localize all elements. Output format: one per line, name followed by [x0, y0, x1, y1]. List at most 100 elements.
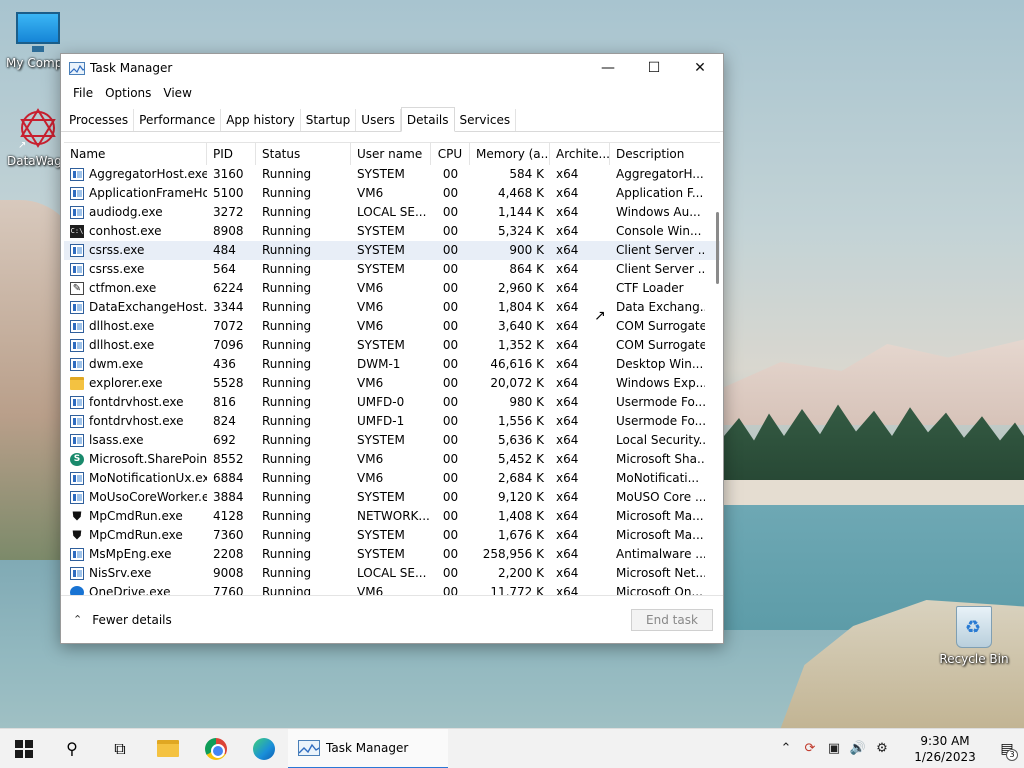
process-status: Running	[262, 471, 312, 485]
menu-file[interactable]: File	[67, 82, 99, 104]
process-cpu: 00	[442, 490, 459, 504]
table-row[interactable]: explorer.exe 5528 Running VM6 00 20,072 K x64 W…	[64, 374, 720, 393]
process-pid: 4128	[213, 509, 244, 523]
start-button[interactable]	[0, 729, 48, 768]
app-window-icon	[70, 168, 84, 181]
process-description: CTF Loader	[616, 281, 684, 295]
table-row[interactable]: C:\ conhost.exe 8908 Running SYSTEM 00 5,324 K…	[64, 222, 720, 241]
maximize-button[interactable]: ☐	[631, 54, 677, 82]
table-row[interactable]: dllhost.exe 7096 Running SYSTEM 00 1,352 K x64…	[64, 336, 720, 355]
table-row[interactable]: MoNotificationUx.exe 6884 Running VM6 00 2,68…	[64, 469, 720, 488]
process-cpu: 00	[442, 243, 459, 257]
table-row[interactable]: fontdrvhost.exe 816 Running UMFD-0 00 980 K x6…	[64, 393, 720, 412]
process-user: SYSTEM	[357, 262, 405, 276]
volume-icon[interactable]: 🔊	[846, 741, 870, 756]
column-header-status[interactable]: Status	[256, 143, 351, 165]
table-row[interactable]: audiodg.exe 3272 Running LOCAL SE... 00 1,144…	[64, 203, 720, 222]
menu-view[interactable]: View	[157, 82, 197, 104]
clock-time: 9:30 AM	[920, 733, 970, 748]
process-description: Microsoft Ma...	[616, 509, 704, 523]
process-description: COM Surrogate	[616, 319, 705, 333]
tab-services[interactable]: Services	[455, 109, 517, 131]
process-memory: 1,352 K	[497, 338, 544, 352]
network-icon[interactable]: ▣	[822, 741, 846, 756]
process-pid: 816	[213, 395, 236, 409]
column-header-cpu[interactable]: CPU	[431, 143, 470, 165]
tab-app-history[interactable]: App history	[221, 109, 301, 131]
notification-center-button[interactable]: ▤ 3	[990, 729, 1024, 768]
title-bar[interactable]: Task Manager — ☐ ✕	[61, 54, 723, 82]
chrome-button[interactable]	[192, 729, 240, 768]
tab-users[interactable]: Users	[356, 109, 401, 131]
process-cpu: 00	[442, 528, 459, 542]
table-row[interactable]: ✎ ctfmon.exe 6224 Running VM6 00 2,960 K x64 CTF…	[64, 279, 720, 298]
process-status: Running	[262, 376, 312, 390]
process-name: lsass.exe	[64, 431, 207, 450]
minimize-button[interactable]: —	[585, 54, 631, 82]
process-name: MsMpEng.exe	[64, 545, 207, 564]
sync-icon[interactable]: ⟳	[798, 741, 822, 756]
table-row[interactable]: ApplicationFrameHo... 5100 Running VM6 00 4,4…	[64, 184, 720, 203]
table-row[interactable]: csrss.exe 484 Running SYSTEM 00 900 K x64 Clien…	[64, 241, 720, 260]
column-header-memory[interactable]: Memory (a...	[470, 143, 550, 165]
process-pid: 9008	[213, 566, 244, 580]
table-row[interactable]: dllhost.exe 7072 Running VM6 00 3,640 Kx64 COM…	[64, 317, 720, 336]
app-window-icon	[70, 396, 84, 409]
table-row[interactable]: NisSrv.exe 9008 Running LOCAL SE... 00 2,200 …	[64, 564, 720, 583]
table-row[interactable]: csrss.exe 564 Running SYSTEM 00 864 K x64 Clien…	[64, 260, 720, 279]
menu-options[interactable]: Options	[99, 82, 157, 104]
process-architecture: x64	[556, 205, 579, 219]
process-name: fontdrvhost.exe	[64, 393, 207, 412]
end-task-button[interactable]: End task	[631, 608, 713, 631]
app-window-icon	[70, 339, 84, 352]
table-row[interactable]: MsMpEng.exe 2208 Running SYSTEM 00 258,956 K x…	[64, 545, 720, 564]
process-description: Microsoft Net...	[616, 566, 705, 580]
desktop-icon-recycle-bin[interactable]: ♻ Recycle Bin	[938, 606, 1010, 666]
clock[interactable]: 9:30 AM 1/26/2023	[900, 733, 990, 765]
close-button[interactable]: ✕	[677, 54, 723, 82]
process-description: AggregatorH...	[616, 167, 704, 181]
table-row[interactable]: AggregatorHost.exe 3160 Running SYSTEM 00 584…	[64, 165, 720, 184]
table-row[interactable]: MoUsoCoreWorker.e... 3884 Running SYSTEM 00 9…	[64, 488, 720, 507]
tab-processes[interactable]: Processes	[64, 109, 135, 131]
settings-gear-icon[interactable]: ⚙	[870, 741, 894, 756]
search-button[interactable]: ⚲	[48, 729, 96, 768]
file-explorer-button[interactable]	[144, 729, 192, 768]
column-header-description[interactable]: Description	[610, 143, 705, 165]
process-status: Running	[262, 395, 312, 409]
fewer-details-button[interactable]: ⌃ Fewer details	[61, 613, 172, 627]
process-status: Running	[262, 490, 312, 504]
table-row[interactable]: ⛊ MpCmdRun.exe 4128 Running NETWORK... 00 1,40…	[64, 507, 720, 526]
process-cpu: 00	[442, 509, 459, 523]
tab-performance[interactable]: Performance	[134, 109, 222, 131]
process-status: Running	[262, 357, 312, 371]
table-row[interactable]: dwm.exe 436 Running DWM-1 00 46,616 K x64 Deskt…	[64, 355, 720, 374]
process-description: Console Win...	[616, 224, 702, 238]
table-row[interactable]: ⛊ MpCmdRun.exe 7360 Running SYSTEM 00 1,676 K x…	[64, 526, 720, 545]
vertical-scrollbar-thumb[interactable]	[716, 212, 719, 284]
table-row[interactable]: fontdrvhost.exe 824 Running UMFD-1 00 1,556 K…	[64, 412, 720, 431]
process-description: Data Exchang...	[616, 300, 705, 314]
edge-button[interactable]	[240, 729, 288, 768]
process-architecture: x64	[556, 547, 579, 561]
process-memory: 2,684 K	[497, 471, 544, 485]
column-header-architecture[interactable]: Archite...	[550, 143, 610, 165]
process-status: Running	[262, 566, 312, 580]
table-row[interactable]: DataExchangeHost.e... 3344 Running VM6 00 1,8…	[64, 298, 720, 317]
process-description: Windows Exp...	[616, 376, 705, 390]
table-row[interactable]: lsass.exe 692 Running SYSTEM 00 5,636 K x64 Loc…	[64, 431, 720, 450]
process-name: MoUsoCoreWorker.e...	[64, 488, 207, 507]
show-hidden-icons-chevron-icon[interactable]: ⌃	[774, 741, 798, 756]
process-user: SYSTEM	[357, 243, 405, 257]
task-view-button[interactable]: ⧉	[96, 729, 144, 768]
taskbar-task-manager[interactable]: Task Manager	[288, 728, 448, 768]
process-status: Running	[262, 319, 312, 333]
process-architecture: x64	[556, 452, 579, 466]
table-row[interactable]: S Microsoft.SharePoin... 8552 Running VM6 00 5…	[64, 450, 720, 469]
tab-details[interactable]: Details	[400, 107, 455, 132]
column-header-user-name[interactable]: User name	[351, 143, 431, 165]
tab-bar: Processes Performance App history Startu…	[61, 107, 723, 132]
tab-startup[interactable]: Startup	[301, 109, 357, 131]
process-user: LOCAL SE...	[357, 205, 427, 219]
column-header-pid[interactable]: PID	[207, 143, 256, 165]
